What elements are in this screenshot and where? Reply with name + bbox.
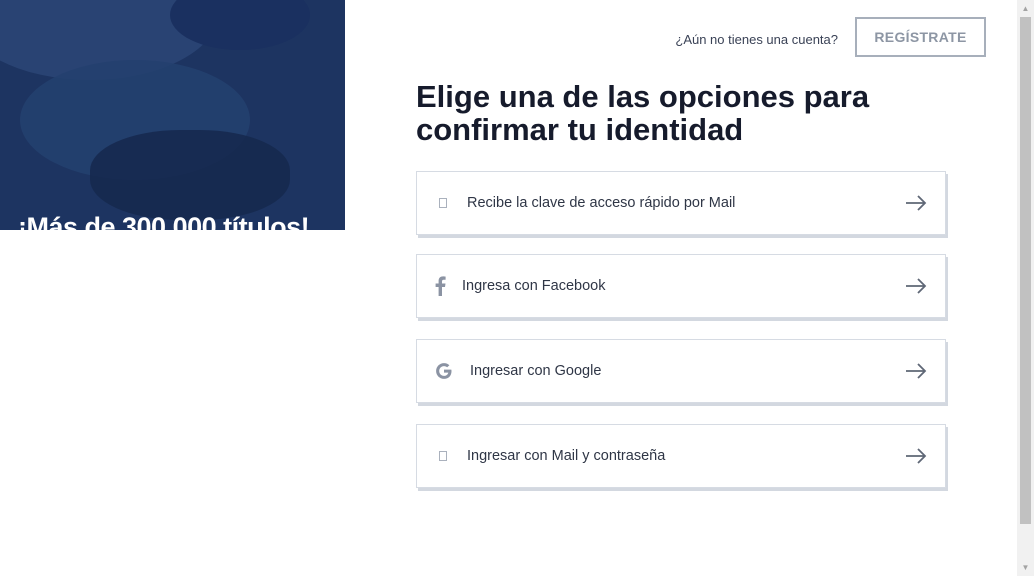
vertical-scrollbar[interactable]: ▲ ▼ [1017, 0, 1034, 576]
arrow-right-icon [906, 448, 927, 464]
facebook-icon [430, 276, 450, 296]
signup-prompt: ¿Aún no tienes una cuenta? [675, 32, 838, 47]
option-label: Ingresa con Facebook [462, 278, 606, 294]
arrow-right-icon [906, 363, 927, 379]
signup-button[interactable]: REGÍSTRATE [855, 17, 986, 57]
lock-icon [433, 446, 453, 466]
hero-image-panel: ¡Más de 300.000 títulos! [0, 0, 345, 230]
option-label: Recibe la clave de acceso rápido por Mai… [467, 195, 736, 211]
mail-icon [433, 193, 453, 213]
scrollbar-thumb[interactable] [1020, 17, 1031, 524]
arrow-right-icon [906, 195, 927, 211]
google-icon [434, 361, 454, 381]
option-facebook-login[interactable]: Ingresa con Facebook [416, 254, 946, 318]
page-title: Elige una de las opciones para confirmar… [416, 79, 870, 147]
option-google-login[interactable]: Ingresar con Google [416, 339, 946, 403]
option-mail-quick-access[interactable]: Recibe la clave de acceso rápido por Mai… [416, 171, 946, 235]
option-label: Ingresar con Google [470, 363, 602, 379]
arrow-right-icon [906, 278, 927, 294]
hero-tagline: ¡Más de 300.000 títulos! [18, 212, 310, 230]
scroll-down-icon[interactable]: ▼ [1017, 559, 1034, 576]
scroll-up-icon[interactable]: ▲ [1017, 0, 1034, 17]
hero-photo-shape [90, 130, 290, 220]
option-mail-password-login[interactable]: Ingresar con Mail y contraseña [416, 424, 946, 488]
option-label: Ingresar con Mail y contraseña [467, 448, 666, 464]
